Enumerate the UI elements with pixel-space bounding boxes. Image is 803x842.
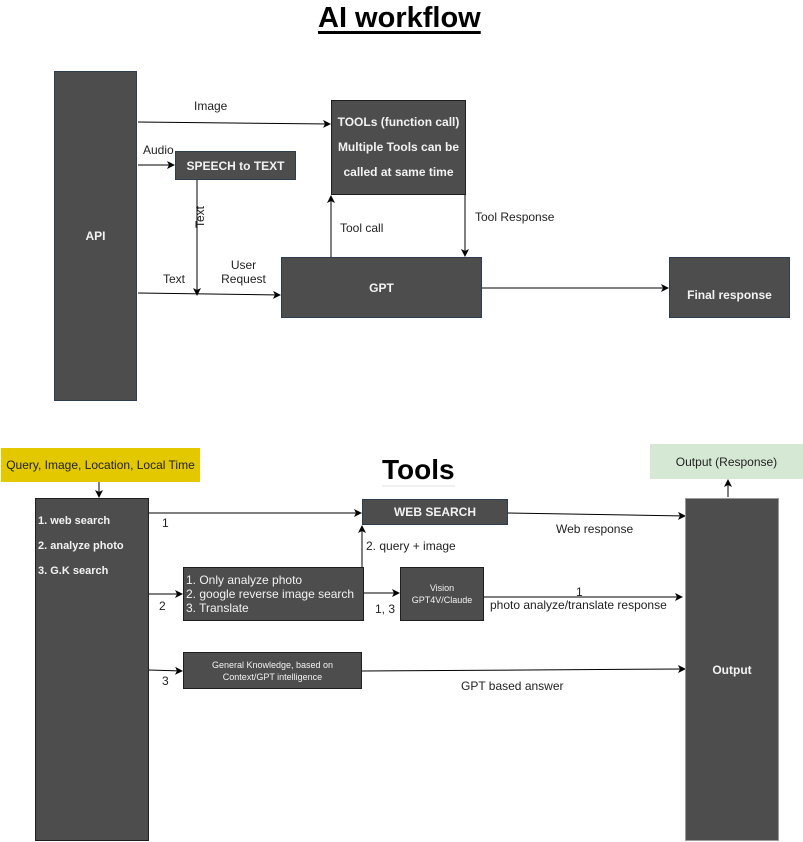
tools-node-line-1: TOOLs (function call)	[337, 115, 460, 129]
label-text-vertical: Text	[193, 205, 207, 228]
photo-tasks-node[interactable]: 1. Only analyze photo 2. google reverse …	[183, 567, 364, 621]
workflow-title: AI workflow	[318, 2, 481, 34]
output-node[interactable]: Output	[685, 498, 779, 841]
label-vision-out: photo analyze/translate response	[490, 598, 667, 612]
output-response-node[interactable]: Output (Response)	[650, 444, 803, 479]
label-query-image: 2. query + image	[366, 539, 456, 553]
label-user-request: User Request	[221, 258, 266, 286]
final-response-node[interactable]: Final response	[669, 257, 790, 318]
label-text: Text	[163, 272, 186, 286]
vision-node[interactable]: Vision GPT4V/Claude	[400, 567, 484, 621]
label-tool-response: Tool Response	[475, 210, 555, 224]
router-item-web-search: 1. web search	[38, 515, 111, 527]
gpt-node[interactable]: GPT	[281, 257, 482, 318]
photo-task-analyze: 1. Only analyze photo	[186, 573, 303, 587]
label-vision-out-num: 1	[576, 585, 583, 599]
gk-node-line-1: General Knowledge, based on	[211, 659, 334, 670]
label-audio: Audio	[143, 143, 174, 157]
label-user-request-line-2: Request	[221, 272, 266, 286]
tools-node-line-3: called at same time	[343, 165, 454, 179]
general-knowledge-node[interactable]: General Knowledge, based on Context/GPT …	[183, 652, 362, 689]
edge-router-to-gk	[148, 666, 183, 675]
edge-api-to-gpt-text	[137, 290, 281, 299]
api-node[interactable]: API	[54, 71, 137, 401]
label-web-response: Web response	[556, 522, 634, 536]
label-vision-in: 1, 3	[375, 602, 396, 616]
router-item-gk-search: 3. G.K search	[38, 565, 109, 577]
label-image: Image	[194, 99, 228, 113]
gk-node-line-2: Context/GPT intelligence	[222, 671, 323, 682]
label-tool-call: Tool call	[340, 221, 384, 235]
photo-task-reverse-search: 2. google reverse image search	[186, 587, 355, 601]
router-item-analyze-photo: 2. analyze photo	[38, 540, 124, 552]
label-gpt-answer: GPT based answer	[461, 679, 564, 693]
photo-task-translate: 3. Translate	[186, 601, 249, 615]
vision-node-line-2: GPT4V/Claude	[411, 595, 473, 605]
router-node[interactable]: 1. web search 2. analyze photo 3. G.K se…	[35, 498, 149, 841]
label-route-2: 2	[159, 599, 166, 613]
input-node[interactable]: Query, Image, Location, Local Time	[1, 448, 200, 482]
vision-node-line-1: Vision	[429, 583, 455, 593]
edge-gk-to-output	[361, 665, 686, 674]
tools-node-line-2: Multiple Tools can be	[337, 140, 460, 154]
label-route-1: 1	[162, 516, 169, 530]
label-user-request-line-1: User	[230, 258, 257, 272]
web-search-node[interactable]: WEB SEARCH	[362, 499, 508, 525]
speech-to-text-node[interactable]: SPEECH to TEXT	[175, 151, 296, 180]
label-route-3: 3	[162, 674, 169, 688]
tools-node[interactable]: TOOLs (function call) Multiple Tools can…	[331, 100, 466, 195]
edge-api-to-tools-image	[137, 119, 331, 128]
tools-title: Tools	[382, 454, 455, 487]
edge-websearch-to-output	[507, 511, 686, 520]
